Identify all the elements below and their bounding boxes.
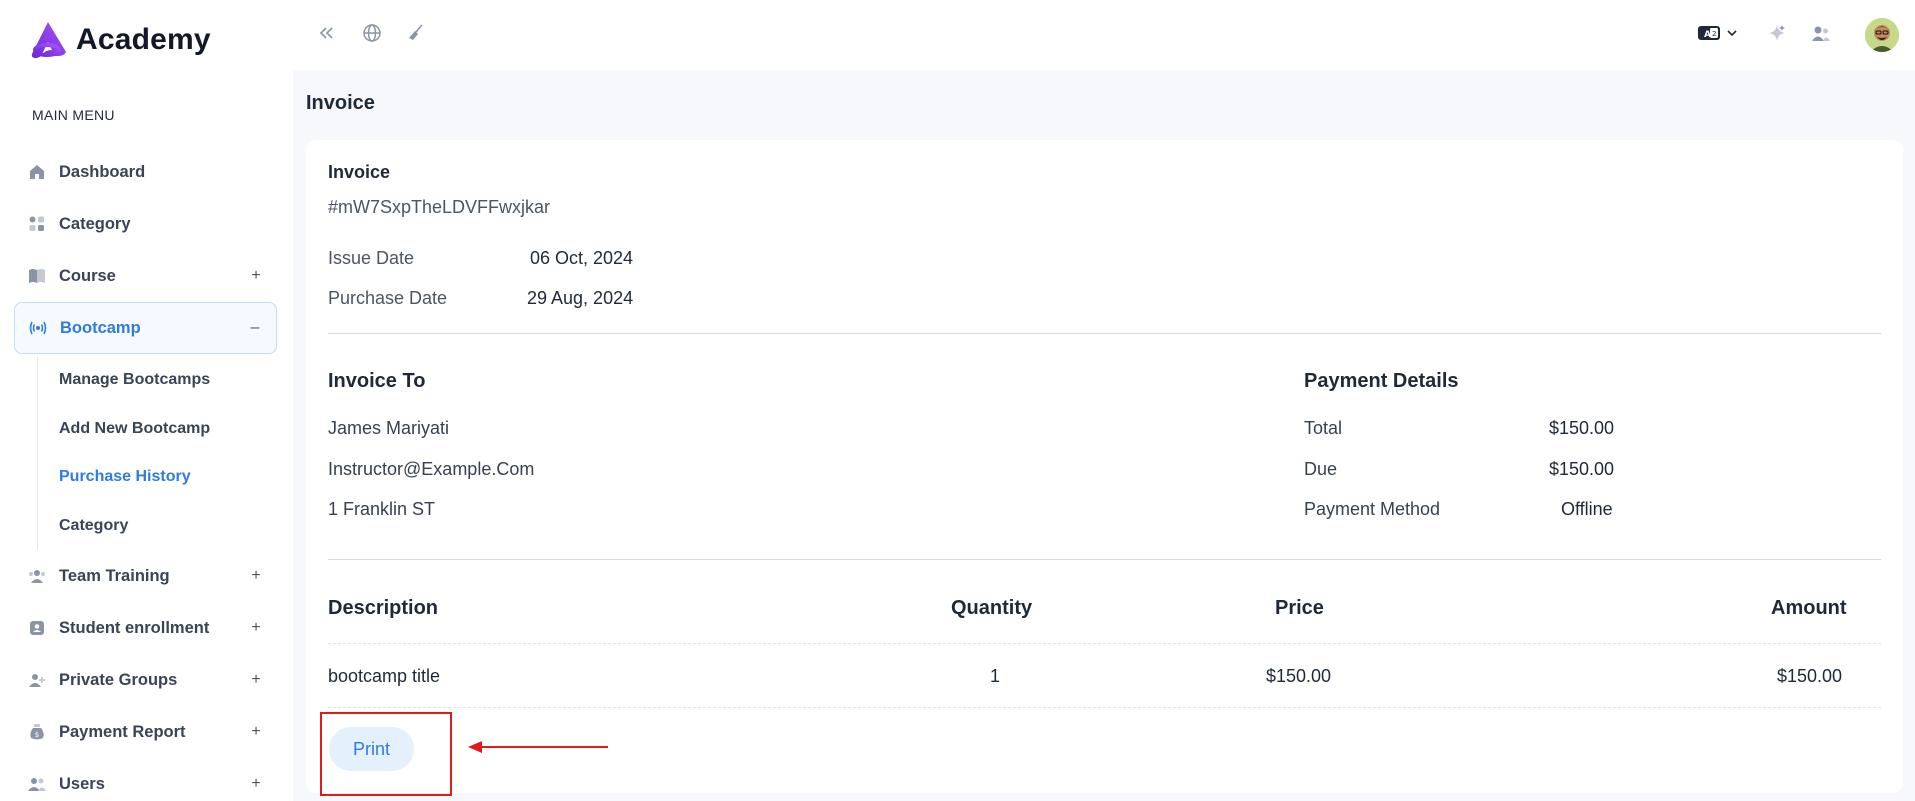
- due-value: $150.00: [1549, 459, 1615, 479]
- payment-method-value: Offline: [1561, 499, 1613, 519]
- enrollment-icon: [27, 618, 47, 638]
- sidebar-nav: Dashboard Category Course + Bootcamp – M…: [14, 146, 277, 801]
- sidebar: Academy MAIN MENU Dashboard Category Cou…: [0, 0, 293, 801]
- sidebar-item-users[interactable]: Users +: [14, 758, 277, 801]
- money-bag-icon: $: [27, 722, 47, 742]
- sidebar-item-category[interactable]: Category: [14, 198, 277, 250]
- submenu-item-purchase-history[interactable]: Purchase History: [59, 453, 277, 502]
- invoice-heading: Invoice: [328, 162, 391, 182]
- expand-icon[interactable]: +: [249, 267, 263, 285]
- collapse-sidebar-icon[interactable]: [315, 22, 337, 44]
- total-label: Total: [1304, 418, 1343, 438]
- submenu-item-add-new-bootcamp[interactable]: Add New Bootcamp: [59, 405, 277, 454]
- purchase-date-value: 29 Aug, 2024: [527, 288, 634, 308]
- chevron-down-icon[interactable]: [1724, 22, 1740, 44]
- payment-method-label: Payment Method: [1304, 499, 1441, 519]
- annotation-arrow-icon: [468, 741, 608, 753]
- svg-text:A: A: [1704, 30, 1711, 40]
- expand-icon[interactable]: +: [249, 619, 263, 637]
- sidebar-item-label: Bootcamp: [60, 318, 141, 337]
- divider: [328, 333, 1881, 334]
- globe-icon[interactable]: [361, 22, 383, 44]
- customer-email: Instructor@Example.Com: [328, 459, 535, 479]
- due-label: Due: [1304, 459, 1338, 479]
- expand-icon[interactable]: +: [249, 567, 263, 585]
- sidebar-item-label: Course: [59, 266, 116, 285]
- column-header-amount: Amount: [1771, 597, 1847, 619]
- collapse-toggle-icon[interactable]: –: [248, 319, 262, 337]
- user-switch-icon[interactable]: [1810, 22, 1832, 44]
- academy-logo-icon: [31, 22, 66, 58]
- purchase-date-label: Purchase Date: [328, 288, 448, 308]
- sidebar-item-label: Category: [59, 214, 131, 233]
- column-header-quantity: Quantity: [951, 597, 1033, 619]
- sidebar-item-label: Dashboard: [59, 162, 146, 181]
- app-logo[interactable]: Academy: [28, 20, 211, 60]
- home-icon: [27, 162, 47, 182]
- payment-details-heading: Payment Details: [1304, 370, 1459, 392]
- highlight-box: [320, 712, 452, 796]
- group-icon: [27, 670, 47, 690]
- sidebar-item-dashboard[interactable]: Dashboard: [14, 146, 277, 198]
- sidebar-item-student-enrollment[interactable]: Student enrollment +: [14, 602, 277, 654]
- sidebar-item-private-groups[interactable]: Private Groups +: [14, 654, 277, 706]
- invoice-card: Invoice #mW7SxpTheLDVFFwxjkar Issue Date…: [306, 140, 1903, 793]
- cell-quantity: 1: [990, 666, 1001, 686]
- svg-text:2: 2: [1712, 30, 1716, 38]
- cell-amount: $150.00: [1777, 666, 1843, 686]
- app-name: Academy: [76, 23, 211, 56]
- column-header-price: Price: [1275, 597, 1324, 619]
- main-menu-heading: MAIN MENU: [32, 107, 115, 123]
- broom-icon[interactable]: [405, 22, 427, 44]
- divider: [328, 559, 1881, 560]
- page-title: Invoice: [306, 92, 375, 114]
- broadcast-icon: [28, 318, 48, 338]
- users-icon: [27, 774, 47, 794]
- customer-name: James Mariyati: [328, 418, 450, 438]
- language-icon[interactable]: A2: [1696, 22, 1722, 44]
- invoice-id: #mW7SxpTheLDVFFwxjkar: [328, 197, 551, 217]
- submenu-item-category[interactable]: Category: [59, 502, 277, 551]
- svg-text:$: $: [35, 731, 39, 739]
- grid-icon: [27, 214, 47, 234]
- sidebar-item-label: Private Groups: [59, 670, 178, 689]
- issue-date-value: 06 Oct, 2024: [530, 248, 634, 268]
- cell-description: bootcamp title: [328, 666, 441, 686]
- expand-icon[interactable]: +: [249, 723, 263, 741]
- invoice-to-heading: Invoice To: [328, 370, 426, 392]
- sidebar-item-label: Users: [59, 774, 105, 793]
- cell-price: $150.00: [1266, 666, 1332, 686]
- customer-address: 1 Franklin ST: [328, 499, 436, 519]
- row-divider: [328, 707, 1881, 708]
- sidebar-item-label: Student enrollment: [59, 618, 210, 637]
- issue-date-label: Issue Date: [328, 248, 415, 268]
- team-icon: [27, 566, 47, 586]
- sidebar-item-label: Payment Report: [59, 722, 186, 741]
- sidebar-item-label: Team Training: [59, 566, 170, 585]
- bootcamp-submenu: Manage Bootcamps Add New Bootcamp Purcha…: [37, 356, 277, 550]
- column-header-description: Description: [328, 597, 439, 619]
- expand-icon[interactable]: +: [249, 671, 263, 689]
- sidebar-item-course[interactable]: Course +: [14, 250, 277, 302]
- row-divider: [328, 643, 1881, 644]
- sidebar-item-payment-report[interactable]: $ Payment Report +: [14, 706, 277, 758]
- sidebar-item-team-training[interactable]: Team Training +: [14, 550, 277, 602]
- top-bar: A2: [293, 0, 1915, 70]
- avatar[interactable]: [1865, 18, 1899, 52]
- sidebar-item-bootcamp[interactable]: Bootcamp –: [14, 302, 277, 354]
- submenu-item-manage-bootcamps[interactable]: Manage Bootcamps: [59, 356, 277, 405]
- sparkle-icon[interactable]: [1766, 22, 1788, 44]
- total-value: $150.00: [1549, 418, 1615, 438]
- expand-icon[interactable]: +: [249, 775, 263, 793]
- book-icon: [27, 266, 47, 286]
